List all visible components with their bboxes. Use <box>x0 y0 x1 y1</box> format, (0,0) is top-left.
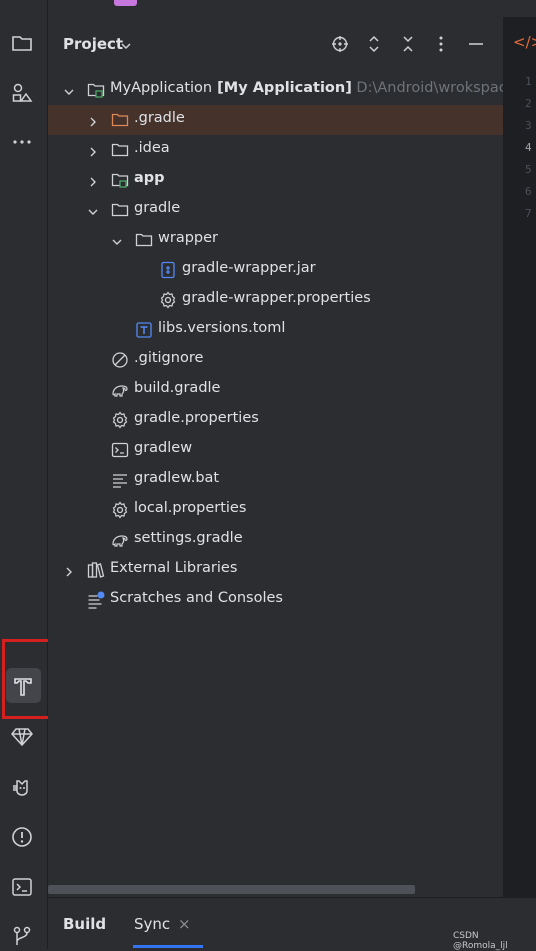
chevron-down-icon[interactable] <box>111 233 123 245</box>
tree-item-name: gradle-wrapper.jar <box>182 260 316 276</box>
tree-item-name: gradle-wrapper.properties <box>182 290 371 306</box>
settings-gear-icon <box>111 501 129 519</box>
settings-gear-icon <box>159 291 177 309</box>
tree-item-name: .gitignore <box>134 350 204 366</box>
tree-row-ext-libs[interactable]: External Libraries <box>48 555 503 585</box>
line-number: 7 <box>525 207 532 220</box>
tree-row-label: app <box>134 170 165 186</box>
folder-icon <box>135 231 153 249</box>
tree-row-gradlew[interactable]: gradlew <box>48 435 503 465</box>
chevron-right-icon[interactable] <box>63 563 75 577</box>
folder-icon <box>111 201 129 219</box>
tree-item-name: settings.gradle <box>134 530 243 546</box>
ignore-icon <box>111 351 129 369</box>
tree-row-root[interactable]: MyApplication [My Application] D:\Androi… <box>48 75 503 105</box>
tree-row-label: settings.gradle <box>134 530 243 546</box>
module-folder-icon <box>87 81 105 99</box>
tree-row-label: gradle.properties <box>134 410 259 426</box>
tree-row-local-props[interactable]: local.properties <box>48 495 503 525</box>
tree-row-label: gradle-wrapper.jar <box>182 260 316 276</box>
tree-row-gw-props[interactable]: gradle-wrapper.properties <box>48 285 503 315</box>
watermark: CSDN @Romola_ljl <box>453 931 508 951</box>
tree-item-name: External Libraries <box>110 560 238 576</box>
terminal-icon <box>111 441 129 459</box>
text-lines-icon <box>111 471 129 489</box>
chevron-right-icon[interactable] <box>87 113 99 127</box>
tree-item-name: Scratches and Consoles <box>110 590 283 606</box>
tree-row-label: gradlew.bat <box>134 470 219 486</box>
xml-file-tab-icon[interactable]: </> <box>513 33 536 51</box>
jar-icon <box>159 261 177 279</box>
gradle-elephant-icon <box>111 381 129 399</box>
tree-row-settings-gradle[interactable]: settings.gradle <box>48 525 503 555</box>
tree-row-label: build.gradle <box>134 380 220 396</box>
line-number: 5 <box>525 163 532 176</box>
line-number: 6 <box>525 185 532 198</box>
tree-row-label: libs.versions.toml <box>158 320 285 336</box>
tree-row-label: gradlew <box>134 440 192 456</box>
tree-item-name: .gradle <box>134 110 185 126</box>
chevron-right-icon[interactable] <box>87 143 99 157</box>
chevron-down-icon[interactable] <box>87 203 99 215</box>
module-folder-icon <box>111 171 129 189</box>
tree-item-name: wrapper <box>158 230 218 246</box>
tree-item-name: libs.versions.toml <box>158 320 286 336</box>
tree-row-gw-jar[interactable]: gradle-wrapper.jar <box>48 255 503 285</box>
close-icon[interactable]: × <box>178 915 191 933</box>
folder-orange-icon <box>111 111 129 129</box>
tree-item-name: .idea <box>134 140 170 156</box>
toml-icon <box>135 321 153 339</box>
project-tree: MyApplication [My Application] D:\Androi… <box>0 0 503 949</box>
tree-row-label: Scratches and Consoles <box>110 590 283 606</box>
line-number: 2 <box>525 97 532 110</box>
tree-row-build-gradle[interactable]: build.gradle <box>48 375 503 405</box>
tree-row-gradlew-bat[interactable]: gradlew.bat <box>48 465 503 495</box>
tree-row-wrapper[interactable]: wrapper <box>48 225 503 255</box>
horizontal-scrollbar[interactable] <box>48 885 415 894</box>
tree-row-label: External Libraries <box>110 560 237 576</box>
tree-row-gradle[interactable]: gradle <box>48 195 503 225</box>
tree-row-label: wrapper <box>158 230 218 246</box>
tree-item-name: app <box>134 170 165 186</box>
tree-row-app[interactable]: app <box>48 165 503 195</box>
tree-row-label: local.properties <box>134 500 246 516</box>
tree-row-libs[interactable]: libs.versions.toml <box>48 315 503 345</box>
tab-build[interactable]: Build <box>63 915 106 933</box>
project-path: D:\Android\wrokspace\M <box>356 80 503 96</box>
tree-row-label: .idea <box>134 140 170 156</box>
tree-item-name: gradle <box>134 200 181 216</box>
tree-row-gitignore[interactable]: .gitignore <box>48 345 503 375</box>
line-number: 4 <box>525 141 532 154</box>
tab-sync[interactable]: Sync <box>134 915 170 933</box>
module-name: [My Application] <box>212 80 352 96</box>
tree-item-name: gradle.properties <box>134 410 259 426</box>
line-number: 3 <box>525 119 532 132</box>
tree-row-label: MyApplication [My Application] D:\Androi… <box>110 80 503 96</box>
line-number: 1 <box>525 75 532 88</box>
tree-row-label: gradle-wrapper.properties <box>182 290 371 306</box>
library-icon <box>87 561 105 579</box>
tree-row-dot-gradle[interactable]: .gradle <box>48 105 503 135</box>
tree-item-name: gradlew <box>134 440 193 456</box>
folder-icon <box>111 141 129 159</box>
tree-row-idea[interactable]: .idea <box>48 135 503 165</box>
tree-row-scratches[interactable]: Scratches and Consoles <box>48 585 503 615</box>
gradle-elephant-icon <box>111 531 129 549</box>
active-tab-indicator <box>133 945 203 948</box>
tree-row-gradle-props[interactable]: gradle.properties <box>48 405 503 435</box>
scratches-icon <box>87 591 105 609</box>
tree-item-name: gradlew.bat <box>134 470 220 486</box>
tree-row-label: gradle <box>134 200 180 216</box>
tree-row-label: .gradle <box>134 110 185 126</box>
settings-gear-icon <box>111 411 129 429</box>
chevron-right-icon[interactable] <box>87 173 99 187</box>
tree-item-name: local.properties <box>134 500 247 516</box>
tree-item-name: MyApplication <box>110 80 213 96</box>
tree-row-label: .gitignore <box>134 350 203 366</box>
tree-item-name: build.gradle <box>134 380 221 396</box>
chevron-down-icon[interactable] <box>63 83 75 95</box>
